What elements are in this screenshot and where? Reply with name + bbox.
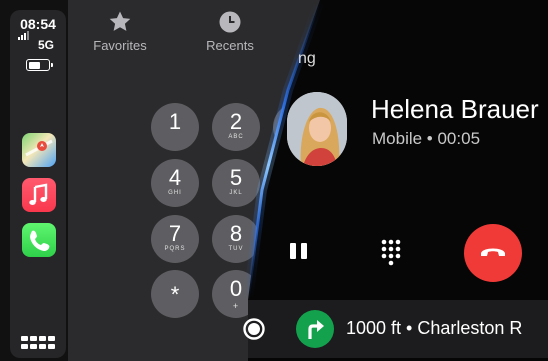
cellular-status: 5G [18,31,60,52]
network-type: 5G [38,38,55,52]
tab-favorites-label: Favorites [93,38,147,53]
app-grid-icon[interactable] [21,336,55,356]
key-digit: 1 [168,109,182,134]
phone-icon[interactable] [22,223,56,257]
battery-level [28,61,40,69]
keypad-key[interactable]: 1 [151,103,199,151]
key-letters: PQRS [164,246,186,252]
key-digit: 4 [168,165,182,190]
clock-icon [190,10,270,34]
music-icon[interactable] [22,178,56,212]
call-type-duration: Mobile • 00:05 [372,129,481,148]
end-call-icon [481,248,505,256]
caller-name: Helena Brauer [371,94,539,124]
maps-icon[interactable] [22,133,56,167]
carplay-sidebar: 08:54 5G [10,10,66,358]
tab-recents-label: Recents [206,38,254,53]
key-digit: 8 [229,221,243,246]
keypad-key[interactable]: 5 JKL [212,159,260,207]
keypad-key[interactable]: * [151,270,199,318]
key-digit: 2 [229,109,243,134]
keypad-key[interactable]: 8 TUV [212,215,260,263]
home-button-icon[interactable] [243,318,265,340]
keypad-icon[interactable] [380,238,402,271]
turn-right-arrow-icon [296,310,334,348]
battery-icon [26,59,53,71]
caller-avatar [287,92,347,166]
star-icon [80,10,160,34]
key-digit: 5 [229,165,243,190]
navigation-instruction: 1000 ft • Charleston R [346,318,523,338]
end-call-button[interactable] [464,224,522,282]
key-letters: ABC [228,134,244,140]
pause-icon[interactable] [289,241,309,266]
tab-recents[interactable]: Recents [190,10,270,53]
keypad-key[interactable]: 7 PQRS [151,215,199,263]
tab-favorites[interactable]: Favorites [80,10,160,53]
call-status-label: ng [298,50,316,67]
status-time: 08:54 [20,16,56,32]
keypad-key[interactable]: 4 GHI [151,159,199,207]
key-letters: JKL [229,190,243,196]
keypad-key[interactable]: 2 ABC [212,103,260,151]
key-letters: TUV [228,246,244,252]
key-digit: 7 [168,221,182,246]
key-digit: * [170,282,180,307]
key-letters: GHI [168,190,182,196]
